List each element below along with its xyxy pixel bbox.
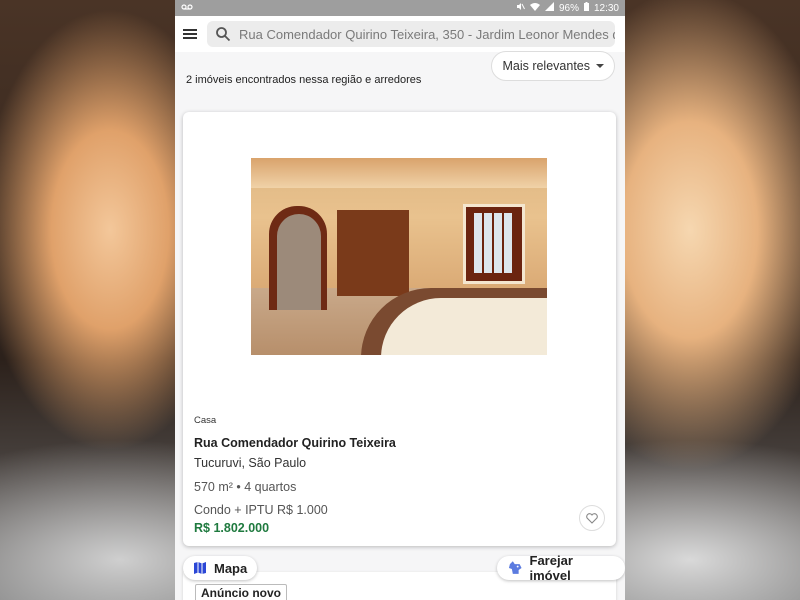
chevron-down-icon — [596, 64, 604, 68]
clock: 12:30 — [593, 2, 619, 14]
listing-price: R$ 1.802.000 — [194, 521, 270, 535]
status-bar: 96% 12:30 — [175, 0, 625, 16]
top-bar: Rua Comendador Quirino Teixeira, 350 - J… — [175, 16, 625, 52]
sort-label: Mais relevantes — [502, 59, 590, 73]
phone-screen: 96% 12:30 Rua Comendador Quirino Teixeir… — [175, 0, 625, 600]
listing-city: Tucuruvi, São Paulo — [194, 456, 307, 470]
map-button[interactable]: Mapa — [183, 556, 258, 580]
listing-fees: Condo + IPTU R$ 1.000 — [194, 503, 328, 517]
dog-icon — [508, 561, 522, 574]
listing-photo[interactable] — [251, 158, 547, 355]
listing-area-rooms: 570 m² • 4 quartos — [194, 480, 297, 494]
sort-dropdown[interactable]: Mais relevantes — [491, 51, 615, 81]
property-type: Casa — [194, 415, 217, 426]
wifi-icon — [529, 2, 540, 14]
voicemail-icon — [181, 3, 193, 14]
battery-percent: 96% — [558, 2, 579, 14]
hamburger-menu-icon[interactable] — [183, 29, 197, 39]
listing-card[interactable]: Casa Rua Comendador Quirino Teixeira Tuc… — [183, 112, 616, 546]
signal-icon — [544, 2, 554, 14]
results-header: 2 imóveis encontrados nessa região e arr… — [175, 51, 625, 94]
battery-icon — [583, 2, 589, 14]
listing-street: Rua Comendador Quirino Teixeira — [194, 436, 396, 450]
search-text: Rua Comendador Quirino Teixeira, 350 - J… — [239, 26, 615, 42]
map-icon — [194, 562, 206, 574]
sniff-label: Farejar imóvel — [529, 553, 573, 583]
floating-actions: Mapa Farejar imóvel — [175, 552, 625, 600]
favorite-button[interactable] — [579, 505, 605, 531]
mute-icon — [516, 2, 525, 14]
search-icon — [216, 27, 231, 42]
results-count: 2 imóveis encontrados nessa região e arr… — [186, 74, 422, 86]
sniff-property-button[interactable]: Farejar imóvel — [497, 553, 625, 583]
heart-icon — [586, 512, 598, 524]
map-label: Mapa — [214, 560, 248, 576]
search-input[interactable]: Rua Comendador Quirino Teixeira, 350 - J… — [207, 21, 615, 47]
